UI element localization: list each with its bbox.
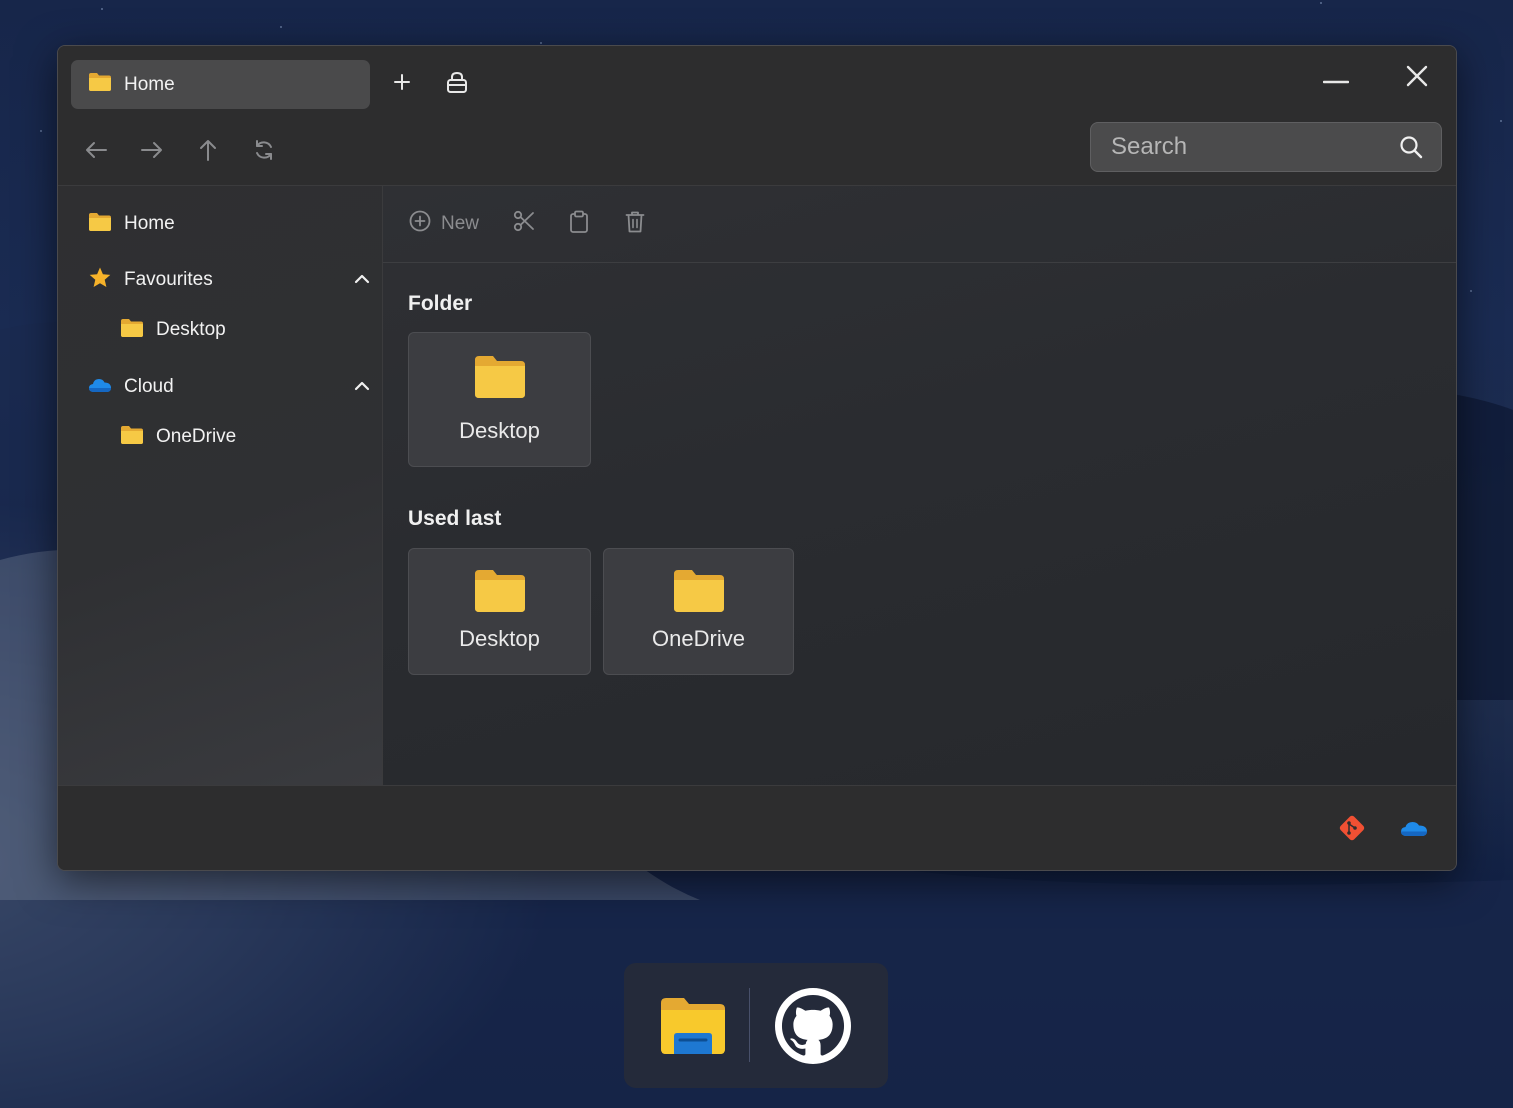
- sidebar-item-label: OneDrive: [156, 426, 237, 447]
- chevron-up-icon[interactable]: [354, 271, 370, 289]
- refresh-icon: [253, 139, 275, 166]
- tab-label: Home: [124, 73, 175, 95]
- close-icon: [1406, 65, 1428, 92]
- folder-tile-desktop[interactable]: Desktop: [408, 332, 591, 467]
- section-title-used-last: Used last: [408, 507, 502, 530]
- search-icon[interactable]: [1399, 135, 1423, 164]
- new-button[interactable]: New: [409, 210, 479, 237]
- trash-icon: [625, 210, 645, 239]
- delete-button[interactable]: [625, 210, 645, 239]
- action-toolbar: New: [383, 186, 1456, 263]
- sidebar-item-label: Home: [124, 213, 175, 234]
- status-bar: [58, 785, 1456, 870]
- cloud-icon: [88, 377, 112, 398]
- search-box[interactable]: [1090, 122, 1442, 172]
- tile-label: OneDrive: [652, 626, 745, 651]
- minimize-icon: [1322, 71, 1350, 89]
- folder-icon: [474, 569, 526, 618]
- forward-arrow-icon: [140, 140, 164, 165]
- scissors-icon: [513, 210, 535, 237]
- star-dot: [540, 42, 542, 44]
- main-content: New Folder Desktop Used last Desktop One…: [383, 185, 1456, 786]
- sidebar: Home Favourites Desktop Cloud OneDrive: [58, 185, 383, 786]
- minimize-button[interactable]: [1318, 62, 1354, 98]
- lock-button[interactable]: [441, 68, 473, 100]
- new-tab-button[interactable]: [386, 68, 418, 100]
- sidebar-item-cloud[interactable]: Cloud: [88, 369, 370, 405]
- title-bar: Home: [58, 46, 1456, 122]
- star-dot: [1500, 120, 1502, 122]
- sidebar-item-favourites[interactable]: Favourites: [88, 262, 370, 298]
- section-title-folder: Folder: [408, 292, 473, 315]
- plus-icon: [393, 73, 411, 96]
- sidebar-item-label: Cloud: [124, 376, 174, 397]
- refresh-button[interactable]: [246, 134, 282, 170]
- git-icon[interactable]: [1338, 814, 1366, 847]
- up-button[interactable]: [190, 134, 226, 170]
- github-icon[interactable]: [775, 988, 851, 1069]
- file-explorer-icon[interactable]: [660, 997, 726, 1060]
- clipboard-icon: [569, 210, 589, 239]
- sidebar-item-home[interactable]: Home: [88, 206, 175, 242]
- tile-label: Desktop: [459, 626, 540, 651]
- forward-button[interactable]: [134, 134, 170, 170]
- folder-icon: [88, 212, 112, 237]
- new-label: New: [441, 212, 480, 234]
- sidebar-item-label: Desktop: [156, 319, 226, 340]
- folder-tile-desktop[interactable]: Desktop: [408, 548, 591, 675]
- onedrive-icon[interactable]: [1400, 820, 1428, 842]
- back-arrow-icon: [84, 140, 108, 165]
- star-icon: [88, 266, 112, 295]
- star-dot: [1470, 290, 1472, 292]
- folder-icon: [88, 72, 112, 97]
- search-input[interactable]: [1109, 132, 1383, 162]
- star-dot: [280, 26, 282, 28]
- plus-circle-icon: [409, 210, 431, 237]
- file-manager-window: Home Search Home Favourites Desktop Clou…: [57, 45, 1457, 871]
- folder-tile-onedrive[interactable]: OneDrive: [603, 548, 794, 675]
- cut-button[interactable]: [513, 210, 535, 237]
- lock-icon: [446, 70, 468, 99]
- back-button[interactable]: [78, 134, 114, 170]
- folder-icon: [474, 355, 526, 404]
- tab-home[interactable]: Home: [71, 60, 370, 109]
- close-button[interactable]: [1399, 60, 1435, 96]
- dock-separator: [749, 988, 750, 1062]
- chevron-up-icon[interactable]: [354, 378, 370, 396]
- tile-label: Desktop: [459, 418, 540, 443]
- up-arrow-icon: [198, 138, 218, 167]
- paste-button[interactable]: [569, 210, 589, 239]
- navigation-bar: [58, 122, 1456, 185]
- sidebar-item-onedrive[interactable]: OneDrive: [120, 419, 236, 455]
- dock: [624, 963, 888, 1088]
- sidebar-item-label: Favourites: [124, 269, 213, 290]
- star-dot: [40, 130, 42, 132]
- folder-icon: [120, 318, 144, 343]
- folder-icon: [673, 569, 725, 618]
- sidebar-item-desktop[interactable]: Desktop: [120, 312, 226, 348]
- star-dot: [1320, 2, 1322, 4]
- star-dot: [101, 8, 103, 10]
- folder-icon: [120, 425, 144, 450]
